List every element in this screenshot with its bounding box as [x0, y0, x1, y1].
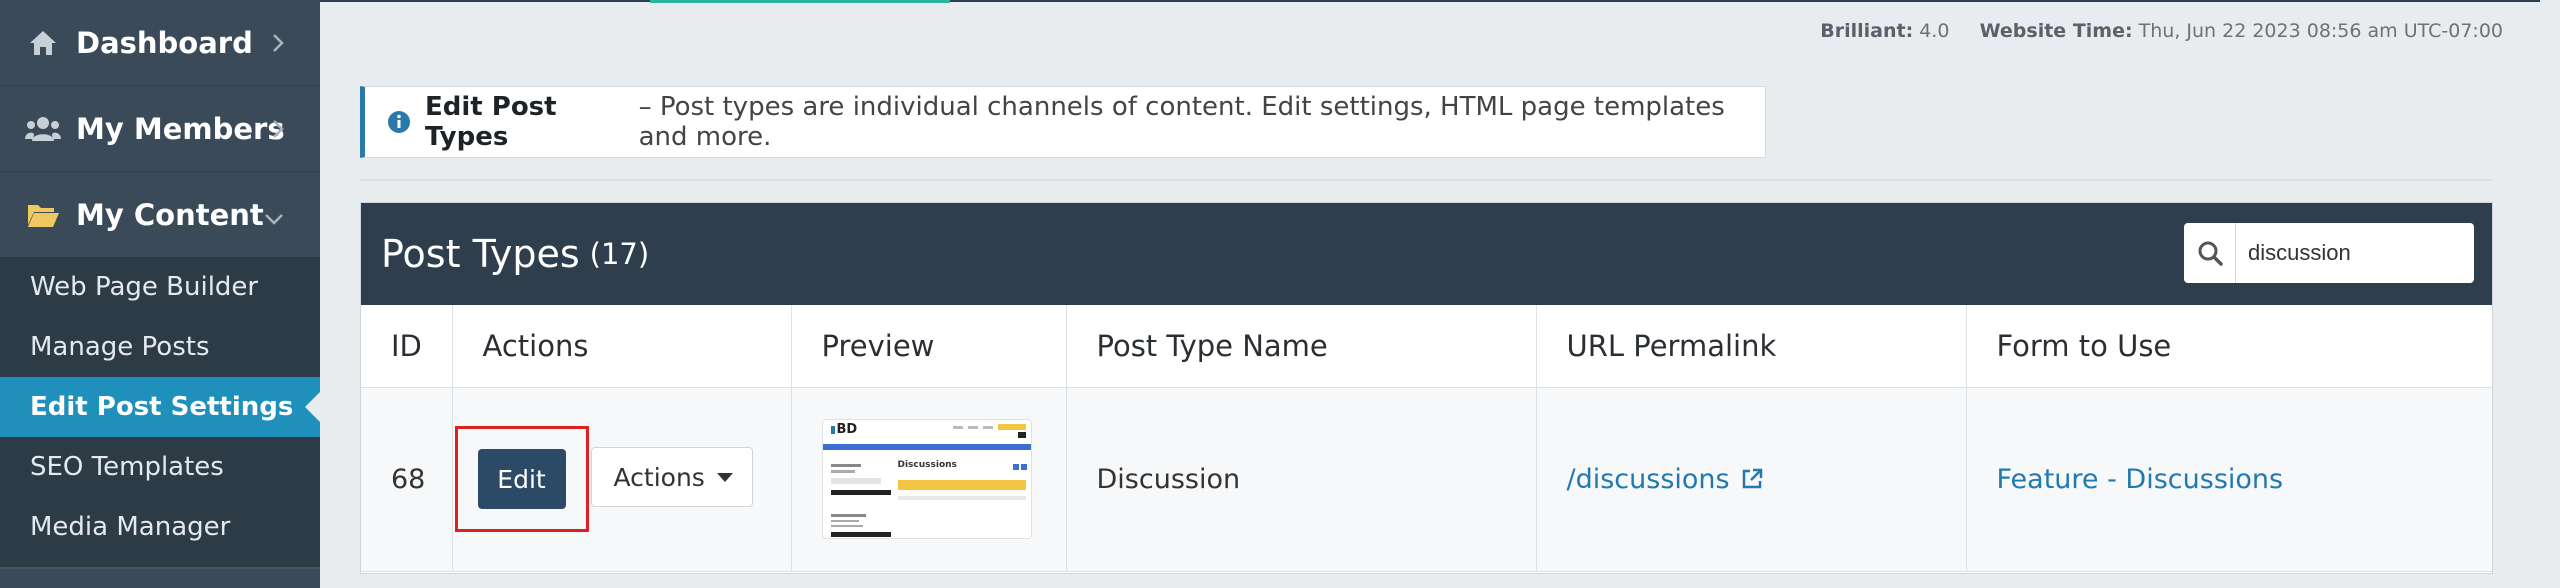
top-accent-bar — [650, 0, 950, 3]
permalink-text: /discussions — [1566, 463, 1730, 495]
nav-dashboard-label: Dashboard — [76, 25, 253, 60]
info-icon — [387, 110, 411, 134]
cell-permalink: /discussions — [1536, 387, 1967, 572]
search-input[interactable] — [2236, 240, 2466, 266]
time-value: Thu, Jun 22 2023 08:56 am UTC-07:00 — [2138, 20, 2503, 42]
edit-button[interactable]: Edit — [477, 449, 566, 509]
search-box — [2184, 223, 2474, 283]
search-icon[interactable] — [2184, 223, 2236, 283]
preview-logo: BD — [836, 422, 858, 437]
nav-my-content-label: My Content — [76, 197, 264, 232]
nav-dashboard[interactable]: Dashboard — [0, 0, 320, 86]
nav-my-members[interactable]: My Members — [0, 86, 320, 172]
folder-open-icon — [24, 199, 62, 231]
sidebar-item-label: Edit Post Settings — [30, 392, 294, 422]
preview-heading: Discussions — [897, 460, 957, 470]
chevron-down-icon — [264, 198, 284, 232]
cell-preview: BD Discussions — [791, 387, 1067, 572]
sidebar-footer — [0, 567, 320, 588]
external-link-icon — [1742, 468, 1763, 488]
column-header-form[interactable]: Form to Use — [1966, 305, 2492, 388]
sidebar-item-web-page-builder[interactable]: Web Page Builder — [0, 257, 320, 317]
column-header-preview: Preview — [791, 305, 1067, 388]
cell-actions: Edit Actions — [452, 387, 792, 572]
cell-id: 68 — [361, 387, 453, 572]
time-label: Website Time: — [1979, 20, 2133, 42]
sidebar-item-label: Media Manager — [30, 512, 231, 542]
home-icon — [24, 27, 62, 59]
sidebar: Dashboard My Members My Content Web Page… — [0, 0, 320, 588]
sidebar-item-label: Manage Posts — [30, 332, 210, 362]
actions-dropdown-button[interactable]: Actions — [590, 447, 753, 507]
sidebar-item-seo-templates[interactable]: SEO Templates — [0, 437, 320, 497]
edit-highlight-box: Edit — [454, 426, 589, 532]
table-row: 68 Edit Actions BD Discussions Discussio… — [361, 387, 2492, 572]
panel-title: Post Types — [381, 232, 580, 276]
content-submenu: Web Page Builder Manage Posts Edit Post … — [0, 257, 320, 567]
column-header-actions: Actions — [452, 305, 792, 388]
column-header-name[interactable]: Post Type Name — [1066, 305, 1537, 388]
sidebar-item-manage-posts[interactable]: Manage Posts — [0, 317, 320, 377]
sidebar-item-media-manager[interactable]: Media Manager — [0, 497, 320, 557]
preview-thumbnail[interactable]: BD Discussions — [821, 419, 1032, 539]
nav-my-content[interactable]: My Content — [0, 172, 320, 258]
post-types-table: ID Actions Preview Post Type Name URL Pe… — [361, 305, 2492, 572]
caret-down-icon — [716, 472, 733, 482]
users-icon — [24, 113, 62, 145]
sidebar-item-edit-post-settings[interactable]: Edit Post Settings — [0, 377, 320, 437]
cell-post-type-name: Discussion — [1066, 387, 1537, 572]
info-notice: Edit Post Types – Post types are individ… — [360, 86, 1766, 158]
divider — [360, 179, 2493, 181]
form-link[interactable]: Feature - Discussions — [1997, 464, 2284, 495]
chevron-right-icon — [272, 112, 284, 146]
permalink-link[interactable]: /discussions — [1567, 464, 1765, 495]
column-header-permalink[interactable]: URL Permalink — [1536, 305, 1967, 388]
sidebar-item-label: Web Page Builder — [30, 272, 259, 302]
post-type-count: (17) — [589, 237, 650, 271]
panel-header: Post Types (17) — [361, 203, 2492, 305]
table-header-row: ID Actions Preview Post Type Name URL Pe… — [361, 305, 2492, 388]
cell-form: Feature - Discussions — [1966, 387, 2492, 572]
chevron-right-icon — [272, 26, 284, 60]
preview-graphic — [822, 420, 1031, 538]
actions-label: Actions — [613, 462, 705, 492]
post-types-panel: Post Types (17) ID Actions Preview Post … — [360, 202, 2493, 574]
version-value: 4.0 — [1919, 20, 1950, 42]
notice-title: Edit Post Types — [425, 92, 557, 152]
nav-my-members-label: My Members — [76, 111, 285, 146]
sidebar-item-label: SEO Templates — [30, 452, 224, 482]
column-header-id[interactable]: ID — [361, 305, 453, 388]
notice-text: – Post types are individual channels of … — [638, 92, 1725, 152]
site-meta: Brilliant: 4.0 Website Time: Thu, Jun 22… — [1820, 20, 2503, 42]
version-label: Brilliant: — [1820, 20, 1914, 42]
